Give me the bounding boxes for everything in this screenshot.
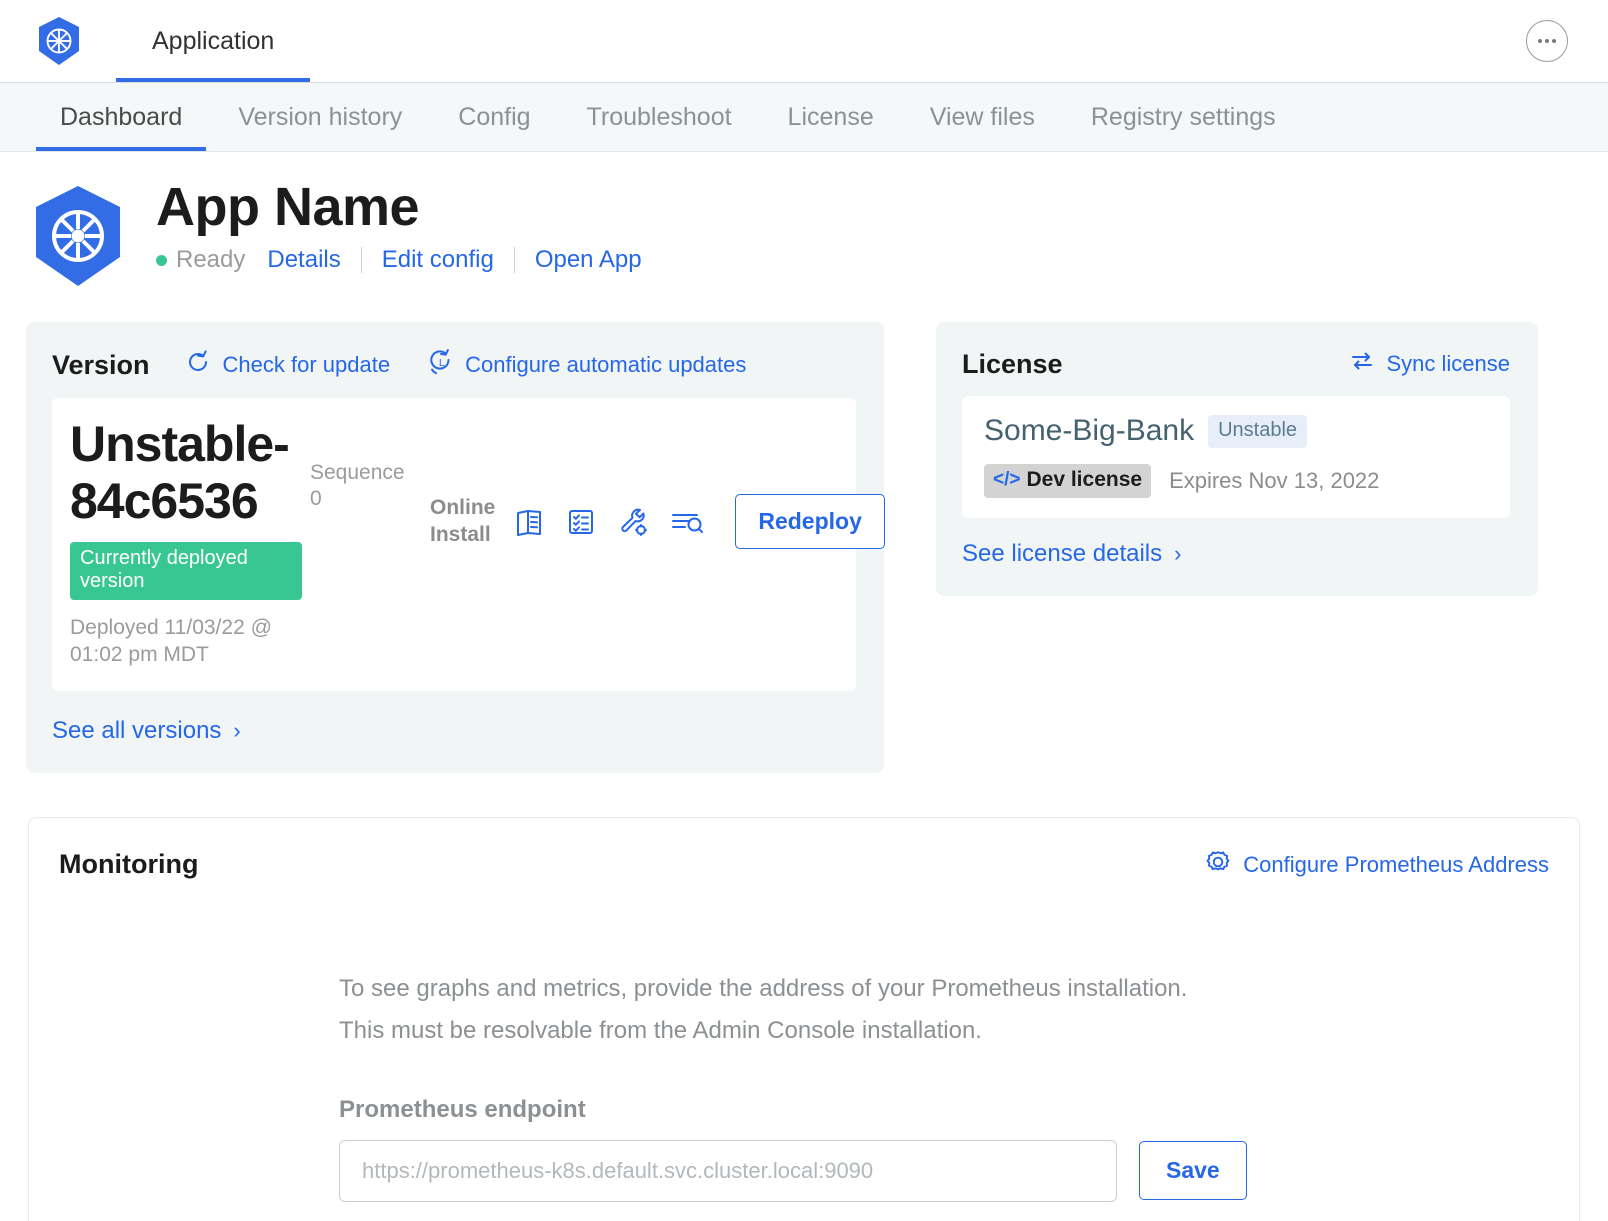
prometheus-endpoint-input[interactable] <box>339 1140 1117 1202</box>
license-card-title: License <box>962 349 1063 380</box>
tab-license[interactable]: License <box>760 83 902 151</box>
license-detail-panel: Some-Big-Bank Unstable </> Dev license E… <box>962 396 1510 518</box>
chevron-right-icon: › <box>1174 543 1181 565</box>
tab-label: Troubleshoot <box>587 103 732 132</box>
page-title: App Name <box>156 178 642 236</box>
chevron-right-icon: › <box>233 720 240 742</box>
dashboard-page: Application Dashboard Version history Co… <box>0 0 1608 1221</box>
monitoring-title: Monitoring <box>59 849 198 880</box>
license-channel-badge: Unstable <box>1208 415 1307 448</box>
config-wrench-icon[interactable] <box>615 504 651 540</box>
sync-license-label: Sync license <box>1386 351 1510 377</box>
sequence-label: Sequence <box>310 460 430 486</box>
svg-text:L: L <box>439 358 445 369</box>
version-number: Unstable-84c6536 <box>70 416 302 530</box>
configure-automatic-updates-label: Configure automatic updates <box>465 352 746 378</box>
see-all-versions-label: See all versions <box>52 717 221 745</box>
monitoring-body: To see graphs and metrics, provide the a… <box>59 882 1549 1202</box>
license-card-header: License Sync license <box>962 348 1510 380</box>
topbar-tab-label: Application <box>152 27 274 56</box>
monitoring-header: Monitoring Configure Prometheus Address <box>59 848 1549 882</box>
edit-config-link[interactable]: Edit config <box>382 246 494 274</box>
tab-label: Version history <box>238 103 402 132</box>
configure-prometheus-address-button[interactable]: Configure Prometheus Address <box>1204 848 1549 882</box>
install-type-label: OnlineInstall <box>430 495 495 548</box>
configure-automatic-updates-button[interactable]: L Configure automatic updates <box>426 348 746 382</box>
license-org-name: Some-Big-Bank <box>984 414 1194 448</box>
deployed-timestamp: Deployed 11/03/22 @ 01:02 pm MDT <box>70 614 302 669</box>
see-all-versions-link[interactable]: See all versions › <box>52 717 856 745</box>
dev-license-pill: </> Dev license <box>984 464 1151 498</box>
version-card-title: Version <box>52 350 150 381</box>
dev-license-label: Dev license <box>1026 468 1142 492</box>
topbar-tab-application[interactable]: Application <box>116 0 310 82</box>
code-brackets-icon: </> <box>993 469 1020 491</box>
nav-tabs: Dashboard Version history Config Trouble… <box>0 82 1608 152</box>
see-license-details-link[interactable]: See license details › <box>962 540 1510 568</box>
status-badge: Ready <box>176 246 245 274</box>
version-detail-panel: Unstable-84c6536 Currently deployed vers… <box>52 398 856 691</box>
ellipsis-dots <box>1538 39 1556 43</box>
app-header-text: App Name Ready Details Edit config Open … <box>156 178 642 274</box>
app-header: App Name Ready Details Edit config Open … <box>0 152 1608 288</box>
license-org-row: Some-Big-Bank Unstable <box>984 414 1488 448</box>
version-left-column: Unstable-84c6536 Currently deployed vers… <box>70 416 302 669</box>
app-meta-row: Ready Details Edit config Open App <box>156 246 642 274</box>
divider <box>514 247 515 273</box>
check-for-update-button[interactable]: Check for update <box>184 348 391 382</box>
details-link[interactable]: Details <box>267 246 340 274</box>
license-card: License Sync license Some-Big- <box>936 322 1538 596</box>
topbar: Application <box>0 0 1608 82</box>
sync-arrows-icon <box>1349 348 1375 380</box>
tab-label: License <box>788 103 874 132</box>
preflight-checks-icon[interactable] <box>563 504 599 540</box>
tab-dashboard[interactable]: Dashboard <box>32 83 210 151</box>
cards-row: Version Check for update <box>0 288 1608 773</box>
check-for-update-label: Check for update <box>223 352 391 378</box>
release-notes-icon[interactable] <box>511 504 547 540</box>
kubernetes-helm-icon <box>36 16 82 66</box>
license-sub-row: </> Dev license Expires Nov 13, 2022 <box>984 464 1488 498</box>
sequence-value: 0 <box>310 486 430 512</box>
monitoring-description-line-1: To see graphs and metrics, provide the a… <box>339 968 1549 1010</box>
refresh-icon <box>184 348 212 382</box>
monitoring-description-line-2: This must be resolvable from the Admin C… <box>339 1010 1549 1052</box>
tab-view-files[interactable]: View files <box>902 83 1063 151</box>
divider <box>361 247 362 273</box>
redeploy-button[interactable]: Redeploy <box>735 494 885 549</box>
ellipsis-icon[interactable] <box>1526 20 1568 62</box>
view-logs-icon[interactable] <box>667 504 705 540</box>
tab-label: View files <box>930 103 1035 132</box>
license-expiry: Expires Nov 13, 2022 <box>1169 468 1379 494</box>
gear-icon <box>1204 848 1232 882</box>
tab-registry-settings[interactable]: Registry settings <box>1063 83 1304 151</box>
prometheus-endpoint-row: Save <box>339 1140 1549 1202</box>
version-card-header: Version Check for update <box>52 348 856 382</box>
see-license-details-label: See license details <box>962 540 1162 568</box>
tab-label: Config <box>458 103 530 132</box>
tab-config[interactable]: Config <box>430 83 558 151</box>
configure-prometheus-address-label: Configure Prometheus Address <box>1243 852 1549 878</box>
version-card: Version Check for update <box>26 322 884 773</box>
version-card-actions: Check for update L Configure automatic u… <box>184 348 747 382</box>
monitoring-card: Monitoring Configure Prometheus Address … <box>28 817 1580 1221</box>
tab-troubleshoot[interactable]: Troubleshoot <box>559 83 760 151</box>
kubernetes-helm-icon <box>30 184 126 288</box>
prometheus-endpoint-label: Prometheus endpoint <box>339 1096 1549 1124</box>
tab-version-history[interactable]: Version history <box>210 83 430 151</box>
sync-license-button[interactable]: Sync license <box>1349 348 1510 380</box>
currently-deployed-badge: Currently deployed version <box>70 542 302 600</box>
sequence-block: Sequence 0 <box>310 460 430 513</box>
topbar-tab-list: Application <box>116 0 310 82</box>
version-actions: OnlineInstall <box>430 494 885 549</box>
open-app-link[interactable]: Open App <box>535 246 642 274</box>
tab-label: Registry settings <box>1091 103 1276 132</box>
save-button[interactable]: Save <box>1139 1141 1247 1200</box>
tab-label: Dashboard <box>60 103 182 132</box>
clock-refresh-icon: L <box>426 348 454 382</box>
status-dot <box>156 255 167 266</box>
